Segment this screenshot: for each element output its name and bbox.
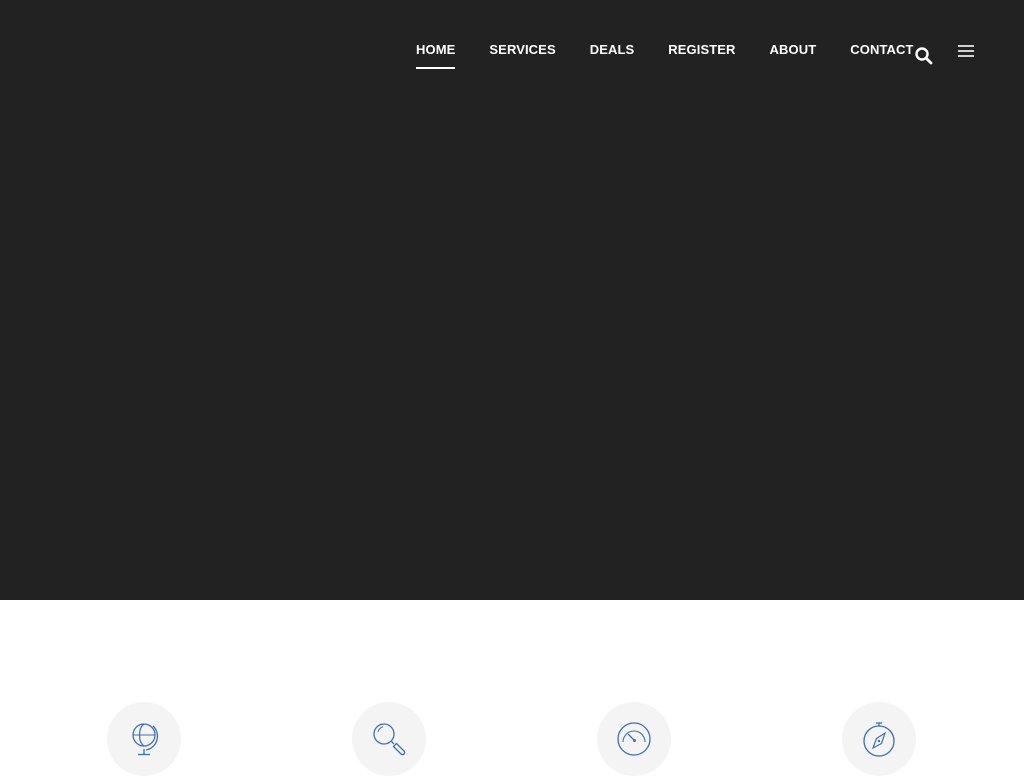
globe-icon (132, 723, 159, 756)
feature-globe (107, 702, 181, 776)
nav-item-services[interactable]: SERVICES (489, 42, 555, 69)
hamburger-menu-icon[interactable] (957, 43, 975, 59)
search-icon[interactable] (914, 46, 934, 66)
feature-search (352, 702, 426, 776)
features-section (0, 600, 1024, 776)
nav-menu: HOME SERVICES DEALS REGISTER ABOUT CONTA… (416, 42, 914, 69)
nav-item-register[interactable]: REGISTER (668, 42, 735, 69)
nav-item-home[interactable]: HOME (416, 42, 456, 69)
magnifier-icon (373, 723, 406, 756)
speedometer-icon (617, 722, 651, 756)
compass-icon (863, 722, 895, 757)
nav-item-about[interactable]: ABOUT (770, 42, 817, 69)
nav-item-deals[interactable]: DEALS (590, 42, 635, 69)
feature-speed (597, 702, 671, 776)
nav-item-contact[interactable]: CONTACT (850, 42, 913, 69)
feature-compass (842, 702, 916, 776)
main-navigation: HOME SERVICES DEALS REGISTER ABOUT CONTA… (0, 0, 1024, 100)
